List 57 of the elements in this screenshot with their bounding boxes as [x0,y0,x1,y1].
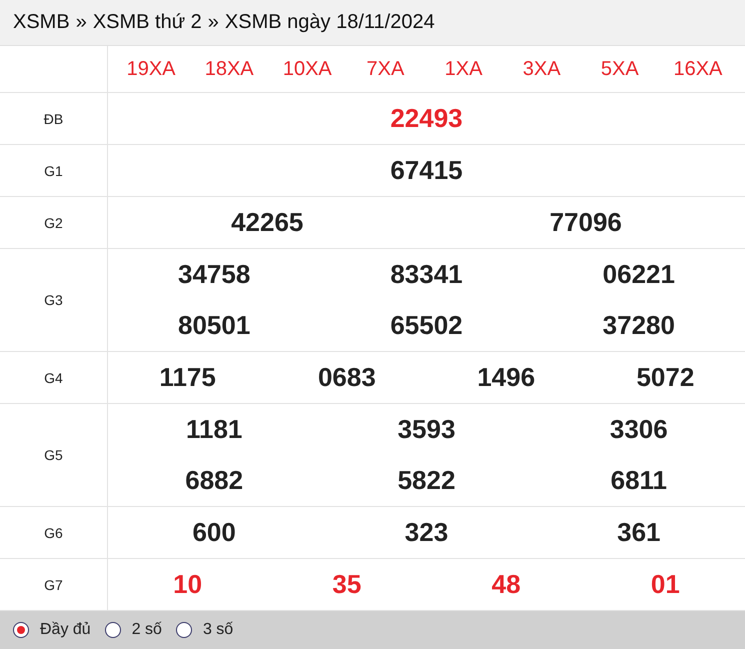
radio-button[interactable] [13,622,29,638]
winning-number: 67415 [389,155,464,186]
winning-number: 80501 [177,310,252,341]
prize-label: G2 [0,197,108,248]
winning-number: 34758 [177,259,252,290]
winning-number: 361 [616,517,662,548]
prize-label: G7 [0,559,108,610]
prize-label: G5 [0,404,108,506]
winning-number: 48 [490,569,522,600]
winning-number: 1496 [476,362,536,393]
breadcrumb-separator: » [76,11,87,34]
winning-number: 6811 [610,465,668,496]
radio-button[interactable] [104,622,121,638]
display-option[interactable]: 2 số [104,621,162,639]
winning-number: 42265 [230,207,304,238]
display-option[interactable]: Đầy đủ [13,621,91,639]
winning-number: 65502 [389,310,464,341]
winning-number: 22493 [389,103,464,134]
ticket-code: 18XA [204,58,255,80]
ticket-code: 5XA [600,58,640,80]
radio-button[interactable] [176,622,192,638]
prize-label: G1 [0,145,108,196]
winning-number: 01 [650,569,681,600]
prize-label: G6 [0,507,108,558]
winning-number: 5072 [635,362,696,393]
display-option[interactable]: 3 số [176,621,234,639]
winning-number: 3593 [396,414,456,445]
winning-number: 35 [331,569,362,600]
ticket-code: 19XA [126,58,177,80]
winning-number: 06221 [602,259,676,290]
option-label: Đầy đủ [40,621,91,639]
winning-number: 37280 [602,310,676,341]
winning-number: 1175 [158,362,217,393]
winning-number: 1181 [184,414,244,445]
breadcrumb-link[interactable]: XSMB ngày 18/11/2024 [224,11,435,34]
winning-number: 600 [191,517,237,548]
breadcrumb-link[interactable]: XSMB [13,11,70,34]
ticket-code: 3XA [522,58,562,80]
ticket-code: 7XA [366,58,406,80]
winning-number: 0683 [316,362,377,393]
winning-number: 323 [404,517,450,548]
winning-number: 6882 [184,465,244,496]
breadcrumb-link[interactable]: XSMB thứ 2 [92,11,202,34]
winning-number: 3306 [608,414,669,445]
option-label: 2 số [132,621,162,639]
prize-label: G3 [0,249,108,351]
option-label: 3 số [202,621,234,639]
prize-label: ĐB [0,93,108,144]
ticket-code: 10XA [282,58,333,80]
winning-number: 10 [172,569,204,600]
ticket-code: 16XA [672,58,724,80]
prize-label: G4 [0,352,108,403]
breadcrumb-separator: » [208,11,219,34]
ticket-code: 1XA [444,58,484,80]
winning-number: 77096 [548,207,623,238]
winning-number: 83341 [389,259,464,290]
winning-number: 5822 [396,465,456,496]
